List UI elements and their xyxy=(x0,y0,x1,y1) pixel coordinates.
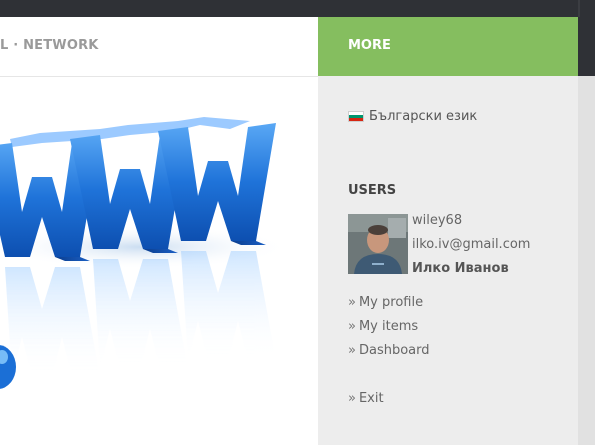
www-logo-graphic xyxy=(0,117,290,389)
top-bar xyxy=(0,0,595,17)
user-full-name: Илко Иванов xyxy=(412,261,509,276)
avatar[interactable] xyxy=(348,214,408,274)
link-label: My items xyxy=(358,319,419,334)
bulgarian-flag-icon xyxy=(348,111,364,122)
my-items-link[interactable]: » My items xyxy=(348,319,418,334)
link-label: Dashboard xyxy=(358,343,430,358)
exit-link[interactable]: » Exit xyxy=(348,391,384,406)
main-content: L · NETWORK xyxy=(0,17,318,445)
link-label: My profile xyxy=(358,295,424,310)
right-strip-header xyxy=(578,17,595,76)
top-bar-divider xyxy=(578,0,580,17)
bullet-icon: » xyxy=(348,319,356,334)
avatar-photo xyxy=(348,214,408,274)
link-label: Exit xyxy=(358,391,384,406)
bullet-icon: » xyxy=(348,391,356,406)
main-header: L · NETWORK xyxy=(0,17,318,77)
user-email: ilko.iv@gmail.com xyxy=(412,237,531,252)
www-hero-image xyxy=(0,77,318,445)
users-heading: USERS xyxy=(348,183,397,198)
user-username: wiley68 xyxy=(412,213,463,228)
sidebar-title: MORE xyxy=(348,38,391,53)
dashboard-link[interactable]: » Dashboard xyxy=(348,343,430,358)
bullet-icon: » xyxy=(348,343,356,358)
breadcrumb[interactable]: L · NETWORK xyxy=(0,38,99,53)
bullet-icon: » xyxy=(348,295,356,310)
my-profile-link[interactable]: » My profile xyxy=(348,295,423,310)
right-scroll-strip xyxy=(578,17,595,445)
language-label: Български език xyxy=(369,109,478,124)
sidebar: MORE Български език USERS wiley68 ilko.i… xyxy=(318,17,578,445)
language-switch[interactable]: Български език xyxy=(348,109,477,124)
sidebar-header: MORE xyxy=(318,17,578,76)
